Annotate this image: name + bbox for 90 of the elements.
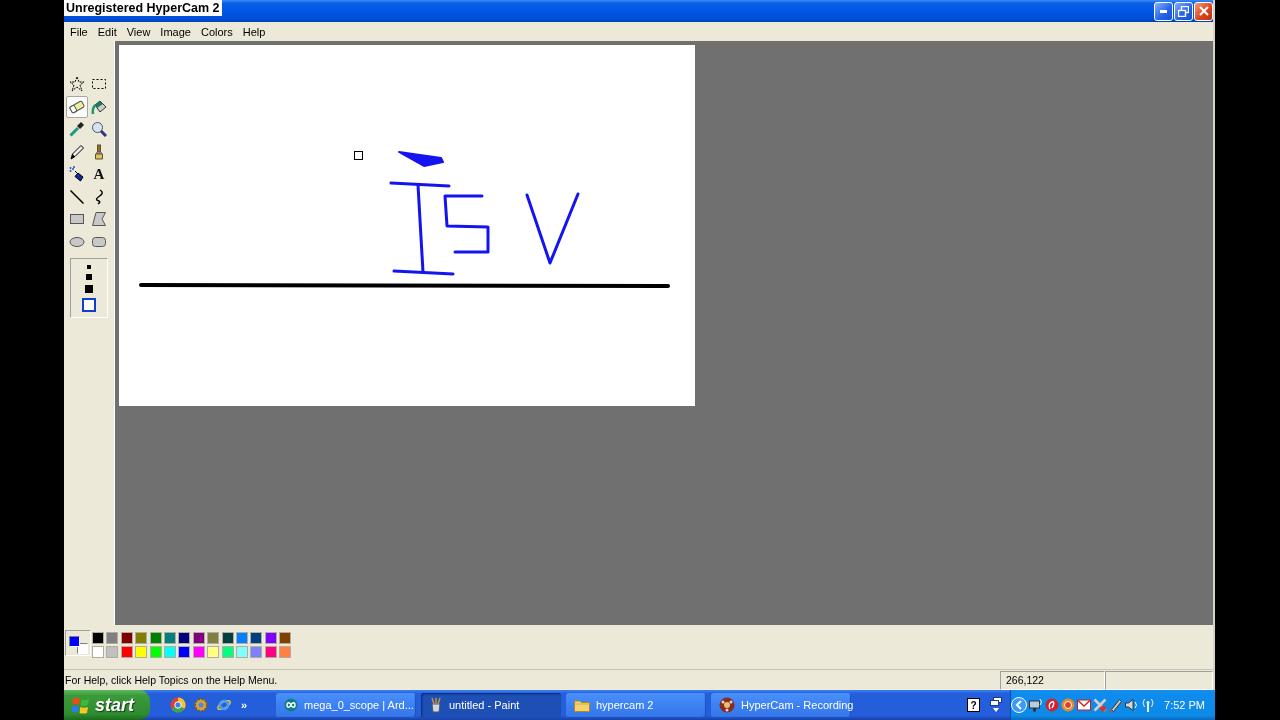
color-swatch[interactable] <box>221 632 234 644</box>
menu-item[interactable]: File <box>65 23 93 40</box>
taskbar-button[interactable]: hypercam 2 <box>566 692 706 718</box>
color-swatch[interactable] <box>178 646 191 658</box>
pen-icon <box>1109 698 1123 712</box>
eraser-cursor-icon <box>354 151 363 160</box>
diagonal-line-icon <box>69 188 85 205</box>
color-swatch[interactable] <box>106 646 119 658</box>
start-button[interactable]: start <box>64 690 150 720</box>
planet-icon <box>216 697 232 713</box>
restore-button[interactable] <box>1174 1 1193 21</box>
speaker-icon <box>1125 698 1139 712</box>
antenna-icon <box>1141 698 1155 712</box>
eraser-size-option[interactable] <box>86 273 92 280</box>
color-swatch[interactable] <box>250 646 263 658</box>
spray-can-icon <box>69 166 85 182</box>
color-swatch[interactable] <box>192 632 205 644</box>
color-swatch[interactable] <box>250 632 263 644</box>
color-swatch[interactable] <box>163 646 176 658</box>
cross-icon <box>1093 698 1107 712</box>
color-wheel-icon <box>170 697 186 713</box>
color-swatch[interactable] <box>92 632 104 644</box>
menu-item[interactable]: Colors <box>195 23 238 40</box>
taskbar-button[interactable]: untitled - Paint <box>421 692 561 718</box>
clock: 7:52 PM <box>1164 699 1205 711</box>
close-button[interactable] <box>1194 1 1213 21</box>
gear-icon <box>193 697 209 713</box>
color-swatch[interactable] <box>135 632 148 644</box>
drawing-canvas[interactable] <box>119 45 695 406</box>
eraser-size-option[interactable] <box>82 297 96 312</box>
brush-cup-icon <box>429 697 443 713</box>
magnifier-icon <box>91 121 107 137</box>
close-icon <box>1198 6 1209 16</box>
flag-icon <box>72 696 90 714</box>
tool-button[interactable]: A <box>88 163 110 185</box>
color-swatch[interactable] <box>235 632 248 644</box>
envelope-icon <box>1077 699 1091 711</box>
color-swatch[interactable] <box>163 632 176 644</box>
taskbar-button[interactable]: HyperCam - Recording <box>711 692 851 718</box>
menu-item[interactable]: Edit <box>92 23 122 40</box>
eraser-icon <box>69 98 85 115</box>
primary-color-swatch[interactable] <box>69 636 80 647</box>
eyedropper-icon <box>69 121 85 137</box>
menu-item[interactable]: Help <box>237 23 271 40</box>
color-swatch[interactable] <box>149 646 162 658</box>
help-button[interactable]: ? <box>967 698 980 712</box>
network-monitor-icon <box>1029 698 1043 712</box>
color-swatch[interactable] <box>120 646 133 658</box>
color-swatch[interactable] <box>235 646 248 658</box>
color-swatch[interactable] <box>149 632 162 644</box>
polygon-icon <box>91 211 107 227</box>
minimize-button[interactable] <box>1154 1 1173 21</box>
menu-item[interactable]: Image <box>155 23 196 40</box>
color-swatch[interactable] <box>207 632 220 644</box>
dashed-rectangle-icon <box>91 76 107 92</box>
chevron-left-icon <box>1011 697 1027 713</box>
color-swatch[interactable] <box>264 646 277 658</box>
more-button[interactable]: » <box>239 699 250 711</box>
color-swatch[interactable] <box>279 632 292 644</box>
recorder-banner: Unregistered HyperCam 2 <box>64 0 222 16</box>
rectangle-icon <box>69 211 85 227</box>
color-swatch[interactable] <box>264 632 277 644</box>
color-swatch[interactable] <box>279 646 292 658</box>
color-swatch[interactable] <box>135 646 148 658</box>
color-swatch[interactable] <box>221 646 234 658</box>
tool-button[interactable] <box>66 95 88 118</box>
infinity-icon <box>284 698 298 712</box>
color-swatch[interactable] <box>178 632 191 644</box>
eraser-size-option[interactable] <box>85 284 93 293</box>
status-hint: For Help, click Help Topics on the Help Menu. <box>64 674 279 686</box>
round-badge-icon <box>1061 698 1075 712</box>
menu-item[interactable]: View <box>121 23 156 40</box>
pencil-icon <box>69 143 85 160</box>
color-swatch[interactable] <box>192 646 205 658</box>
taskbar-button[interactable]: mega_0_scope | Ard... <box>276 692 416 718</box>
color-swatch[interactable] <box>92 646 104 658</box>
color-swatch[interactable] <box>207 646 220 658</box>
paint-bucket-icon <box>91 98 107 115</box>
stacked-windows-icon <box>990 697 1002 713</box>
color-swatch[interactable] <box>120 632 133 644</box>
dashed-star-icon <box>69 76 85 92</box>
secondary-color-swatch[interactable] <box>77 643 88 654</box>
minimize-icon <box>1160 9 1167 13</box>
swirl-circle-icon <box>1045 698 1059 712</box>
color-swatch[interactable] <box>106 632 119 644</box>
folder-icon <box>574 698 590 712</box>
film-reel-icon <box>719 697 735 713</box>
eraser-size-option[interactable] <box>87 264 91 269</box>
cursor-coordinates: 266,122 <box>1000 670 1105 690</box>
restore-icon <box>1178 5 1189 17</box>
